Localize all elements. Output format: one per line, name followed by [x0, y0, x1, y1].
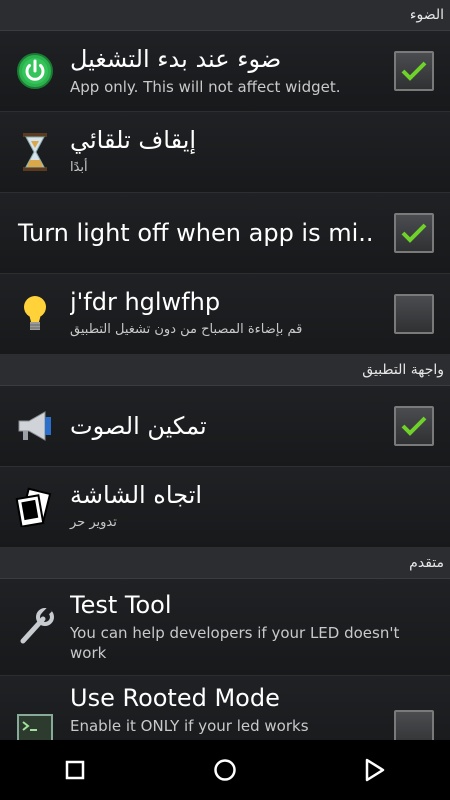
row-auto-off[interactable]: إيقاف تلقائي أبدًا: [0, 112, 450, 193]
hourglass-icon: [0, 132, 70, 172]
checkmark-icon: [401, 223, 427, 243]
row-orientation[interactable]: اتجاه الشاشة تدوير حر: [0, 467, 450, 548]
wrench-icon: [0, 607, 70, 647]
home-button[interactable]: [195, 740, 255, 800]
row-subtitle: قم بإضاءة المصباح من دون تشغيل التطبيق: [70, 322, 303, 337]
row-subtitle: أبدًا: [70, 160, 88, 175]
checkmark-icon: [401, 416, 427, 436]
section-header-app-ui: واجهة التطبيق: [0, 355, 450, 386]
back-button[interactable]: [345, 740, 405, 800]
row-title: اتجاه الشاشة: [70, 481, 203, 509]
row-title: إيقاف تلقائي: [70, 126, 197, 154]
section-header-light: الضوء: [0, 0, 450, 31]
megaphone-icon: [0, 409, 70, 443]
row-rooted-mode[interactable]: Use Rooted Mode Enable it ONLY if your l…: [0, 676, 450, 740]
triangle-icon: [365, 758, 385, 782]
terminal-icon: [0, 684, 70, 740]
row-title: ضوء عند بدء التشغيل: [70, 45, 282, 73]
lightbulb-icon: [0, 294, 70, 334]
square-icon: [65, 760, 85, 780]
row-title: تمكين الصوت: [70, 412, 207, 440]
row-title: Use Rooted Mode: [70, 684, 280, 712]
rooted-mode-checkbox[interactable]: [394, 710, 434, 740]
row-light-on-start[interactable]: ضوء عند بدء التشغيل App only. This will …: [0, 31, 450, 112]
row-test-tool[interactable]: Test Tool You can help developers if you…: [0, 579, 450, 676]
row-subtitle: App only. This will not affect widget.: [70, 78, 341, 96]
no-ui-light-checkbox[interactable]: [394, 294, 434, 334]
row-light-off-minimized[interactable]: Turn light off when app is mi..: [0, 193, 450, 274]
power-icon: [0, 52, 70, 90]
light-on-start-checkbox[interactable]: [394, 51, 434, 91]
row-subtitle: تدوير حر: [70, 515, 117, 530]
checkmark-icon: [401, 61, 427, 81]
light-off-minimized-checkbox[interactable]: [394, 213, 434, 253]
navigation-bar: [0, 740, 450, 800]
row-title: j'fdr hglwfhp: [70, 288, 221, 316]
row-subtitle: You can help developers if your LED does…: [70, 624, 400, 662]
row-no-ui-light[interactable]: j'fdr hglwfhp قم بإضاءة المصباح من دون ت…: [0, 274, 450, 355]
row-enable-sound[interactable]: تمكين الصوت: [0, 386, 450, 467]
row-title: Turn light off when app is mi..: [18, 219, 374, 247]
enable-sound-checkbox[interactable]: [394, 406, 434, 446]
circle-icon: [214, 759, 236, 781]
row-subtitle: Enable it ONLY if your led works: [70, 717, 309, 735]
recents-button[interactable]: [45, 740, 105, 800]
row-title: Test Tool: [70, 591, 172, 619]
settings-screen: الضوء ضوء عند بدء التشغيل App only. This…: [0, 0, 450, 740]
rotate-screen-icon: [0, 487, 70, 527]
section-header-advanced: متقدم: [0, 548, 450, 579]
